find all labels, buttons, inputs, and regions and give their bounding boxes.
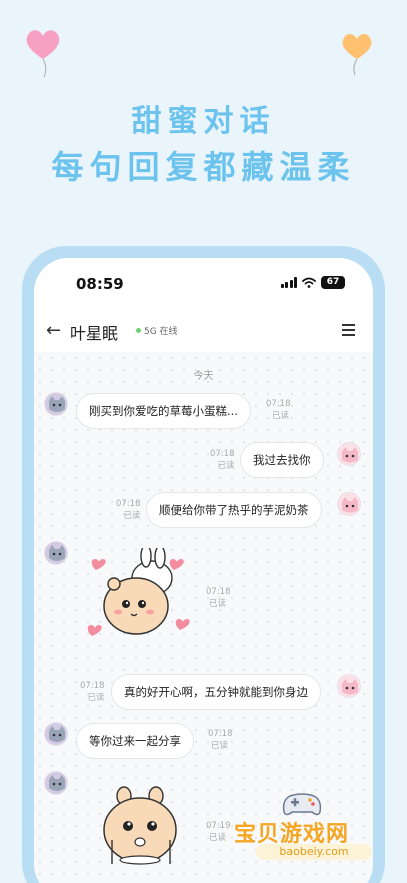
presence-label: 5G 在线 xyxy=(144,327,178,337)
date-separator: 今天 xyxy=(193,371,214,382)
hero-title: 甜蜜对话 xyxy=(131,104,276,139)
message-time: 07:18 xyxy=(208,729,233,739)
message-time: 07:19 xyxy=(206,821,231,831)
message-read-status: 已读 xyxy=(211,741,229,751)
message-bubble-outgoing[interactable]: 顺便给你带了热乎的芋泥奶茶 xyxy=(146,492,322,528)
message-time: 07:18 xyxy=(210,449,235,459)
message-meta: 07:19 已读 xyxy=(206,820,231,844)
wifi-icon xyxy=(302,277,316,288)
chat-header: ← 叶星眠 5G 在线 xyxy=(34,312,373,352)
watermark: 宝贝游戏网 baobeiy.com xyxy=(234,790,384,862)
contact-name[interactable]: 叶星眠 xyxy=(70,320,118,344)
message-meta: 07:18 已读 xyxy=(206,586,231,610)
heart-balloon-orange-icon xyxy=(342,33,372,76)
message-read-status: 已读 xyxy=(209,599,227,609)
message-bubble-incoming[interactable]: 等你过来一起分享 xyxy=(76,723,194,759)
status-time: 08:59 xyxy=(76,275,124,293)
message-meta: 07:18 已读 xyxy=(208,728,233,752)
menu-icon[interactable] xyxy=(342,324,355,339)
contact-avatar[interactable] xyxy=(44,541,68,565)
bunny-eating-sticker[interactable] xyxy=(92,786,202,866)
message-time: 07:18 xyxy=(80,681,105,691)
bunny-hug-sticker[interactable] xyxy=(84,548,194,642)
user-avatar[interactable] xyxy=(337,674,361,698)
message-bubble-incoming[interactable]: 刚买到你爱吃的草莓小蛋糕... xyxy=(76,393,251,429)
message-meta: 07:18 已读 xyxy=(266,398,291,422)
message-meta: 07:18 已读 xyxy=(80,680,105,704)
message-read-status: 已读 xyxy=(87,693,105,703)
message-time: 07:18 xyxy=(266,399,291,409)
message-time: 07:18 xyxy=(116,499,141,509)
message-read-status: 已读 xyxy=(217,461,235,471)
message-bubble-outgoing[interactable]: 真的好开心啊，五分钟就能到你身边 xyxy=(111,674,321,710)
message-meta: 07:18 已读 xyxy=(116,498,141,522)
contact-avatar[interactable] xyxy=(44,392,68,416)
watermark-url: baobeiy.com xyxy=(256,844,372,860)
status-bar: 08:59 67 xyxy=(34,258,373,308)
message-read-status: 已读 xyxy=(123,511,141,521)
online-dot-icon xyxy=(136,328,141,333)
user-avatar[interactable] xyxy=(337,442,361,466)
message-time: 07:18 xyxy=(206,587,231,597)
presence-status: 5G 在线 xyxy=(136,324,178,337)
user-avatar[interactable] xyxy=(337,492,361,516)
message-read-status: 已读 xyxy=(272,411,290,421)
battery-icon: 67 xyxy=(321,276,345,289)
contact-avatar[interactable] xyxy=(44,771,68,795)
gamepad-icon xyxy=(282,793,322,816)
message-read-status: 已读 xyxy=(209,833,227,843)
hero-subtitle: 每句回复都藏温柔 xyxy=(51,148,356,186)
message-meta: 07:18 已读 xyxy=(210,448,235,472)
message-bubble-outgoing[interactable]: 我过去找你 xyxy=(240,442,324,478)
back-arrow-icon[interactable]: ← xyxy=(46,320,61,341)
signal-icon xyxy=(280,277,297,288)
heart-balloon-pink-icon xyxy=(26,30,60,78)
contact-avatar[interactable] xyxy=(44,722,68,746)
